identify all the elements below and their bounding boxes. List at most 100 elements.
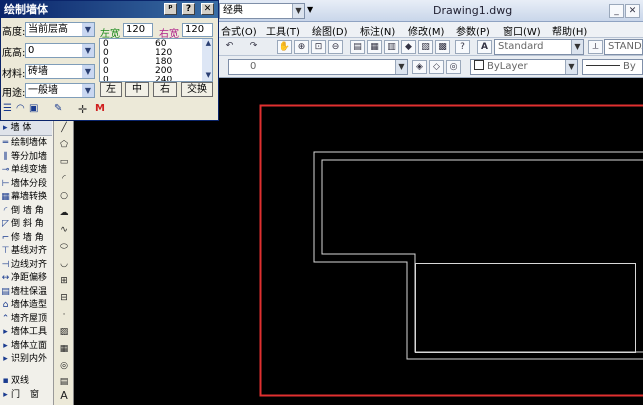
undo-icon[interactable]: ↶ — [222, 40, 237, 54]
close-button[interactable]: ✕ — [625, 4, 640, 18]
align-left-button[interactable]: 左 — [100, 82, 122, 97]
table-icon[interactable]: ▤ — [57, 375, 71, 389]
drawing-canvas[interactable] — [75, 78, 643, 405]
layer-combo[interactable]: 0 ▼ — [228, 59, 408, 75]
side-item-11[interactable]: ▤墙柱保温 — [0, 286, 54, 299]
swap-button[interactable]: 交换 — [181, 82, 213, 97]
straight-wall-icon[interactable]: ☰ — [3, 103, 12, 114]
pin-button[interactable]: ᵖ — [164, 3, 177, 15]
zoom-previous-icon[interactable]: ⊖ — [328, 40, 343, 54]
side-item-7[interactable]: ⌐ 修 墙 角 — [0, 232, 54, 245]
side-item-4[interactable]: ▦幕墙转换 — [0, 191, 54, 204]
menu-draw[interactable]: 绘图(D) — [312, 23, 348, 38]
side-item-double-line[interactable]: ▪ 双线 — [0, 375, 54, 388]
side-item-13[interactable]: ⌃ 墙齐屋顶 — [0, 313, 54, 326]
usage-select[interactable]: 一般墙 ▼ — [25, 83, 95, 98]
side-item-16[interactable]: ▸ 识别内外 — [0, 353, 54, 366]
side-item-14[interactable]: ▸ 墙体工具 — [0, 326, 54, 339]
revcloud-icon[interactable]: ☁ — [57, 206, 71, 220]
menu-format[interactable]: 合式(O) — [221, 23, 257, 38]
ellipse-icon[interactable]: ⬭ — [57, 240, 71, 254]
width-left-4[interactable]: 0 — [103, 76, 109, 81]
snap-icon[interactable]: ✛ — [78, 103, 87, 116]
workspace-combo[interactable]: 经典 ▼ — [219, 3, 305, 19]
text-style-combo[interactable]: Standard ▼ — [494, 39, 584, 55]
rect-wall-icon[interactable]: ▣ — [29, 103, 38, 114]
align-center-button[interactable]: 中 — [125, 82, 149, 97]
height-select[interactable]: 当前层高 ▼ — [25, 22, 95, 37]
markup-icon[interactable]: ▧ — [418, 40, 433, 54]
right-width-input[interactable]: 120 — [182, 23, 213, 37]
dialog-title-bar[interactable]: 绘制墙体 ᵖ ? ✕ — [1, 1, 218, 18]
gradient-icon[interactable]: ▦ — [57, 342, 71, 356]
polygon-icon[interactable]: ⬠ — [57, 138, 71, 152]
width-right-4[interactable]: 240 — [155, 76, 172, 81]
layer-state-icon[interactable]: ◎ — [446, 60, 461, 74]
insert-block-icon[interactable]: ⊞ — [57, 274, 71, 288]
arc-wall-icon[interactable]: ◠ — [16, 103, 25, 114]
region-icon[interactable]: ◎ — [57, 359, 71, 373]
pick-icon[interactable]: ✎ — [54, 103, 62, 114]
arc-icon[interactable]: ◜ — [57, 172, 71, 186]
redo-icon[interactable]: ↷ — [246, 40, 261, 54]
menu-modify[interactable]: 修改(M) — [408, 23, 444, 38]
mtext-icon[interactable]: A — [57, 389, 71, 403]
width-right-3[interactable]: 200 — [155, 67, 172, 76]
make-block-icon[interactable]: ⊟ — [57, 291, 71, 305]
base-select[interactable]: 0 ▼ — [25, 43, 95, 58]
width-list[interactable]: 0 60 0 120 0 180 0 200 0 240 ▲ ▼ — [99, 38, 213, 82]
side-item-window[interactable]: 窗 — [30, 389, 54, 402]
side-panel-header[interactable]: ▸ 墙 体 — [0, 121, 52, 136]
minimize-button[interactable]: _ — [609, 4, 624, 18]
properties-icon[interactable]: ▤ — [350, 40, 365, 54]
dim-style-icon[interactable]: ⟂ — [588, 40, 603, 54]
material-select[interactable]: 砖墙 ▼ — [25, 64, 95, 79]
scroll-down-icon[interactable]: ▼ — [206, 71, 211, 79]
ellipse-arc-icon[interactable]: ◡ — [57, 257, 71, 271]
rectangle-icon[interactable]: ▭ — [57, 155, 71, 169]
help-button[interactable]: ? — [182, 3, 195, 15]
menu-window[interactable]: 窗口(W) — [503, 23, 541, 38]
dim-style-combo[interactable]: STANDA — [604, 39, 643, 55]
circle-icon[interactable]: ○ — [57, 189, 71, 203]
side-item-9[interactable]: ⊣ 边线对齐 — [0, 259, 54, 272]
point-icon[interactable]: · — [57, 308, 71, 322]
workspace-dropdown-arrow-icon[interactable]: ▼ — [307, 5, 313, 14]
menu-tools[interactable]: 工具(T) — [266, 23, 300, 38]
side-item-12[interactable]: ⌂ 墙体造型 — [0, 299, 54, 312]
mode-m-icon[interactable]: M — [95, 103, 105, 114]
pan-icon[interactable]: ✋ — [277, 40, 292, 54]
side-item-0[interactable]: ═ 绘制墙体 — [0, 137, 54, 150]
side-item-3[interactable]: ⊢ 墙体分段 — [0, 178, 54, 191]
align-right-button[interactable]: 右 — [153, 82, 177, 97]
side-item-1[interactable]: ⫼ 等分加墙 — [0, 151, 54, 164]
zoom-window-icon[interactable]: ⊡ — [311, 40, 326, 54]
menu-help[interactable]: 帮助(H) — [552, 23, 587, 38]
side-item-15[interactable]: ▸ 墙体立面 — [0, 340, 54, 353]
color-combo[interactable]: ByLayer ▼ — [470, 59, 578, 75]
linetype-combo[interactable]: By — [582, 59, 643, 75]
spline-icon[interactable]: ∿ — [57, 223, 71, 237]
design-center-icon[interactable]: ▦ — [367, 40, 382, 54]
side-item-2[interactable]: ⊸ 单线变墙 — [0, 164, 54, 177]
calculator-icon[interactable]: ▩ — [435, 40, 450, 54]
side-item-5[interactable]: ◜ 倒 墙 角 — [0, 205, 54, 218]
line-icon[interactable]: ╱ — [57, 121, 71, 135]
side-item-6[interactable]: ◸ 倒 斜 角 — [0, 218, 54, 231]
menu-params[interactable]: 参数(P) — [456, 23, 490, 38]
zoom-realtime-icon[interactable]: ⊕ — [294, 40, 309, 54]
sheet-set-icon[interactable]: ◆ — [401, 40, 416, 54]
side-item-8[interactable]: ⊤ 基线对齐 — [0, 245, 54, 258]
side-item-10[interactable]: ↔ 净距偏移 — [0, 272, 54, 285]
left-width-input[interactable]: 120 — [123, 23, 153, 37]
layer-previous-icon[interactable]: ◇ — [429, 60, 444, 74]
scroll-up-icon[interactable]: ▲ — [206, 39, 211, 47]
menu-dimension[interactable]: 标注(N) — [360, 23, 395, 38]
width-left-3[interactable]: 0 — [103, 67, 109, 76]
help-icon[interactable]: ? — [455, 40, 470, 54]
make-current-layer-icon[interactable]: ◈ — [412, 60, 427, 74]
tool-palette-icon[interactable]: ▥ — [384, 40, 399, 54]
text-style-icon[interactable]: A — [477, 40, 492, 54]
hatch-icon[interactable]: ▨ — [57, 325, 71, 339]
close-button[interactable]: ✕ — [201, 3, 214, 15]
